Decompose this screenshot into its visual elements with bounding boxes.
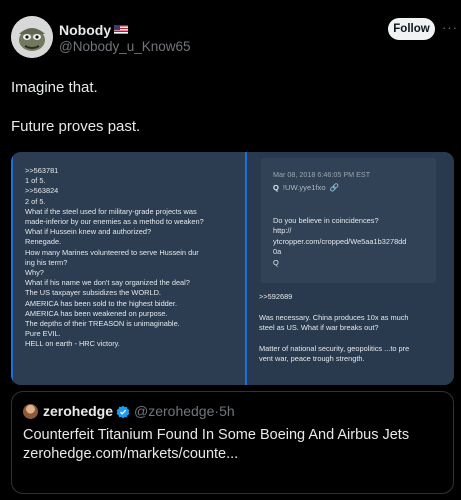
- q-body-line: Q: [273, 257, 279, 267]
- quoted-time[interactable]: 5h: [219, 403, 235, 419]
- post-image[interactable]: >>563781 1 of 5. >>563824 2 of 5. What if th…: [11, 152, 454, 385]
- post-text-line-2: Future proves past.: [11, 118, 141, 135]
- author-name[interactable]: Nobody: [59, 22, 129, 38]
- quoted-author-name[interactable]: zerohedge: [43, 403, 113, 419]
- left-accent-bar: [11, 152, 13, 385]
- more-options-icon[interactable]: ···: [442, 20, 458, 35]
- q-body-line: http://: [273, 226, 292, 236]
- q-body-line: 0a: [273, 247, 282, 257]
- right-text-line: vent war, peace trough strength.: [259, 354, 365, 364]
- right-text-line: Was necessary. China produces 10x as muc…: [259, 312, 409, 322]
- left-text-line: What if the steel used for military-grad…: [25, 206, 197, 216]
- q-body-line: Do you believe in coincidences?: [273, 216, 379, 225]
- quoted-handle[interactable]: @zerohedge: [134, 403, 214, 419]
- avatar[interactable]: [11, 16, 53, 58]
- follow-button[interactable]: Follow: [388, 18, 435, 40]
- quoted-text-line-1: Counterfeit Titanium Found In Some Boein…: [23, 427, 410, 443]
- us-flag-icon: [114, 25, 129, 34]
- quoted-avatar[interactable]: [23, 404, 38, 419]
- right-text-block: >>592689 Was necessary. China produces 1…: [259, 292, 449, 365]
- image-right-panel: Mar 08, 2018 6:46:05 PM EST Q !UW.yye1fxo…: [247, 152, 454, 385]
- q-body-line: ytcropper.com/cropped/We5aa1b3278dd: [273, 236, 407, 246]
- post-text-line-1: Imagine that.: [11, 79, 98, 96]
- quoted-text: Counterfeit Titanium Found In Some Boein…: [23, 426, 443, 464]
- left-text-line: HELL on earth - HRC victory.: [25, 339, 120, 349]
- q-post-tripcode: !UW.yye1fxo: [282, 183, 326, 192]
- left-text-line: The depths of their TREASON is unimagina…: [25, 319, 180, 329]
- quoted-handle-time: @zerohedge·5h: [134, 403, 235, 419]
- image-left-panel: >>563781 1 of 5. >>563824 2 of 5. What if th…: [11, 152, 245, 385]
- right-text-line: steel as US. What if war breaks out?: [259, 323, 379, 333]
- q-post-author: Q !UW.yye1fxo 🔗: [273, 183, 339, 192]
- q-post-name: Q: [273, 183, 279, 192]
- left-text-line: What if his name we don't say organized …: [25, 278, 190, 288]
- left-text-line: 1 of 5.: [25, 176, 46, 186]
- left-text-line: ing his term?: [25, 257, 68, 267]
- q-post-date: Mar 08, 2018 6:46:05 PM EST: [273, 170, 371, 179]
- author-handle[interactable]: @Nobody_u_Know65: [59, 39, 191, 54]
- left-text-line: >>563824: [25, 186, 59, 196]
- left-text-line: The US taxpayer subsidizes the WORLD.: [25, 288, 161, 298]
- left-text-line: How many Marines volunteered to serve Hu…: [25, 247, 199, 257]
- left-text-line: Pure EVIL.: [25, 329, 61, 339]
- q-post-body: Do you believe in coincidences? http://yt…: [273, 216, 433, 268]
- verified-badge-icon: [116, 405, 130, 419]
- post-header: Nobody @Nobody_u_Know65 Follow ···: [0, 0, 461, 70]
- left-text-line: Renegade.: [25, 237, 62, 247]
- left-text-line: >>563781: [25, 166, 59, 175]
- left-text-block: >>563781 1 of 5. >>563824 2 of 5. What if th…: [25, 166, 237, 350]
- right-text-line: [259, 302, 449, 312]
- quoted-post[interactable]: zerohedge @zerohedge·5h Counterfeit Tita…: [11, 391, 454, 494]
- right-text-line: >>592689: [259, 292, 293, 301]
- left-text-line: Why?: [25, 268, 44, 278]
- author-name-text[interactable]: Nobody: [59, 22, 111, 38]
- right-text-line: Matter of national security, geopolitics…: [259, 344, 410, 354]
- left-text-line: AMERICA has been weakened on purpose.: [25, 308, 168, 318]
- right-text-line: [259, 334, 449, 344]
- left-text-line: 2 of 5.: [25, 196, 46, 206]
- left-text-line: What if Hussein knew and authorized?: [25, 227, 152, 237]
- left-text-line: made-inferior by our enemies as a method…: [25, 217, 204, 227]
- link-icon: 🔗: [329, 183, 340, 192]
- left-text-line: AMERICA has been sold to the highest bid…: [25, 298, 178, 308]
- quoted-link[interactable]: zerohedge.com/markets/counte...: [23, 445, 443, 464]
- q-post-box: Mar 08, 2018 6:46:05 PM EST Q !UW.yye1fxo…: [261, 158, 436, 283]
